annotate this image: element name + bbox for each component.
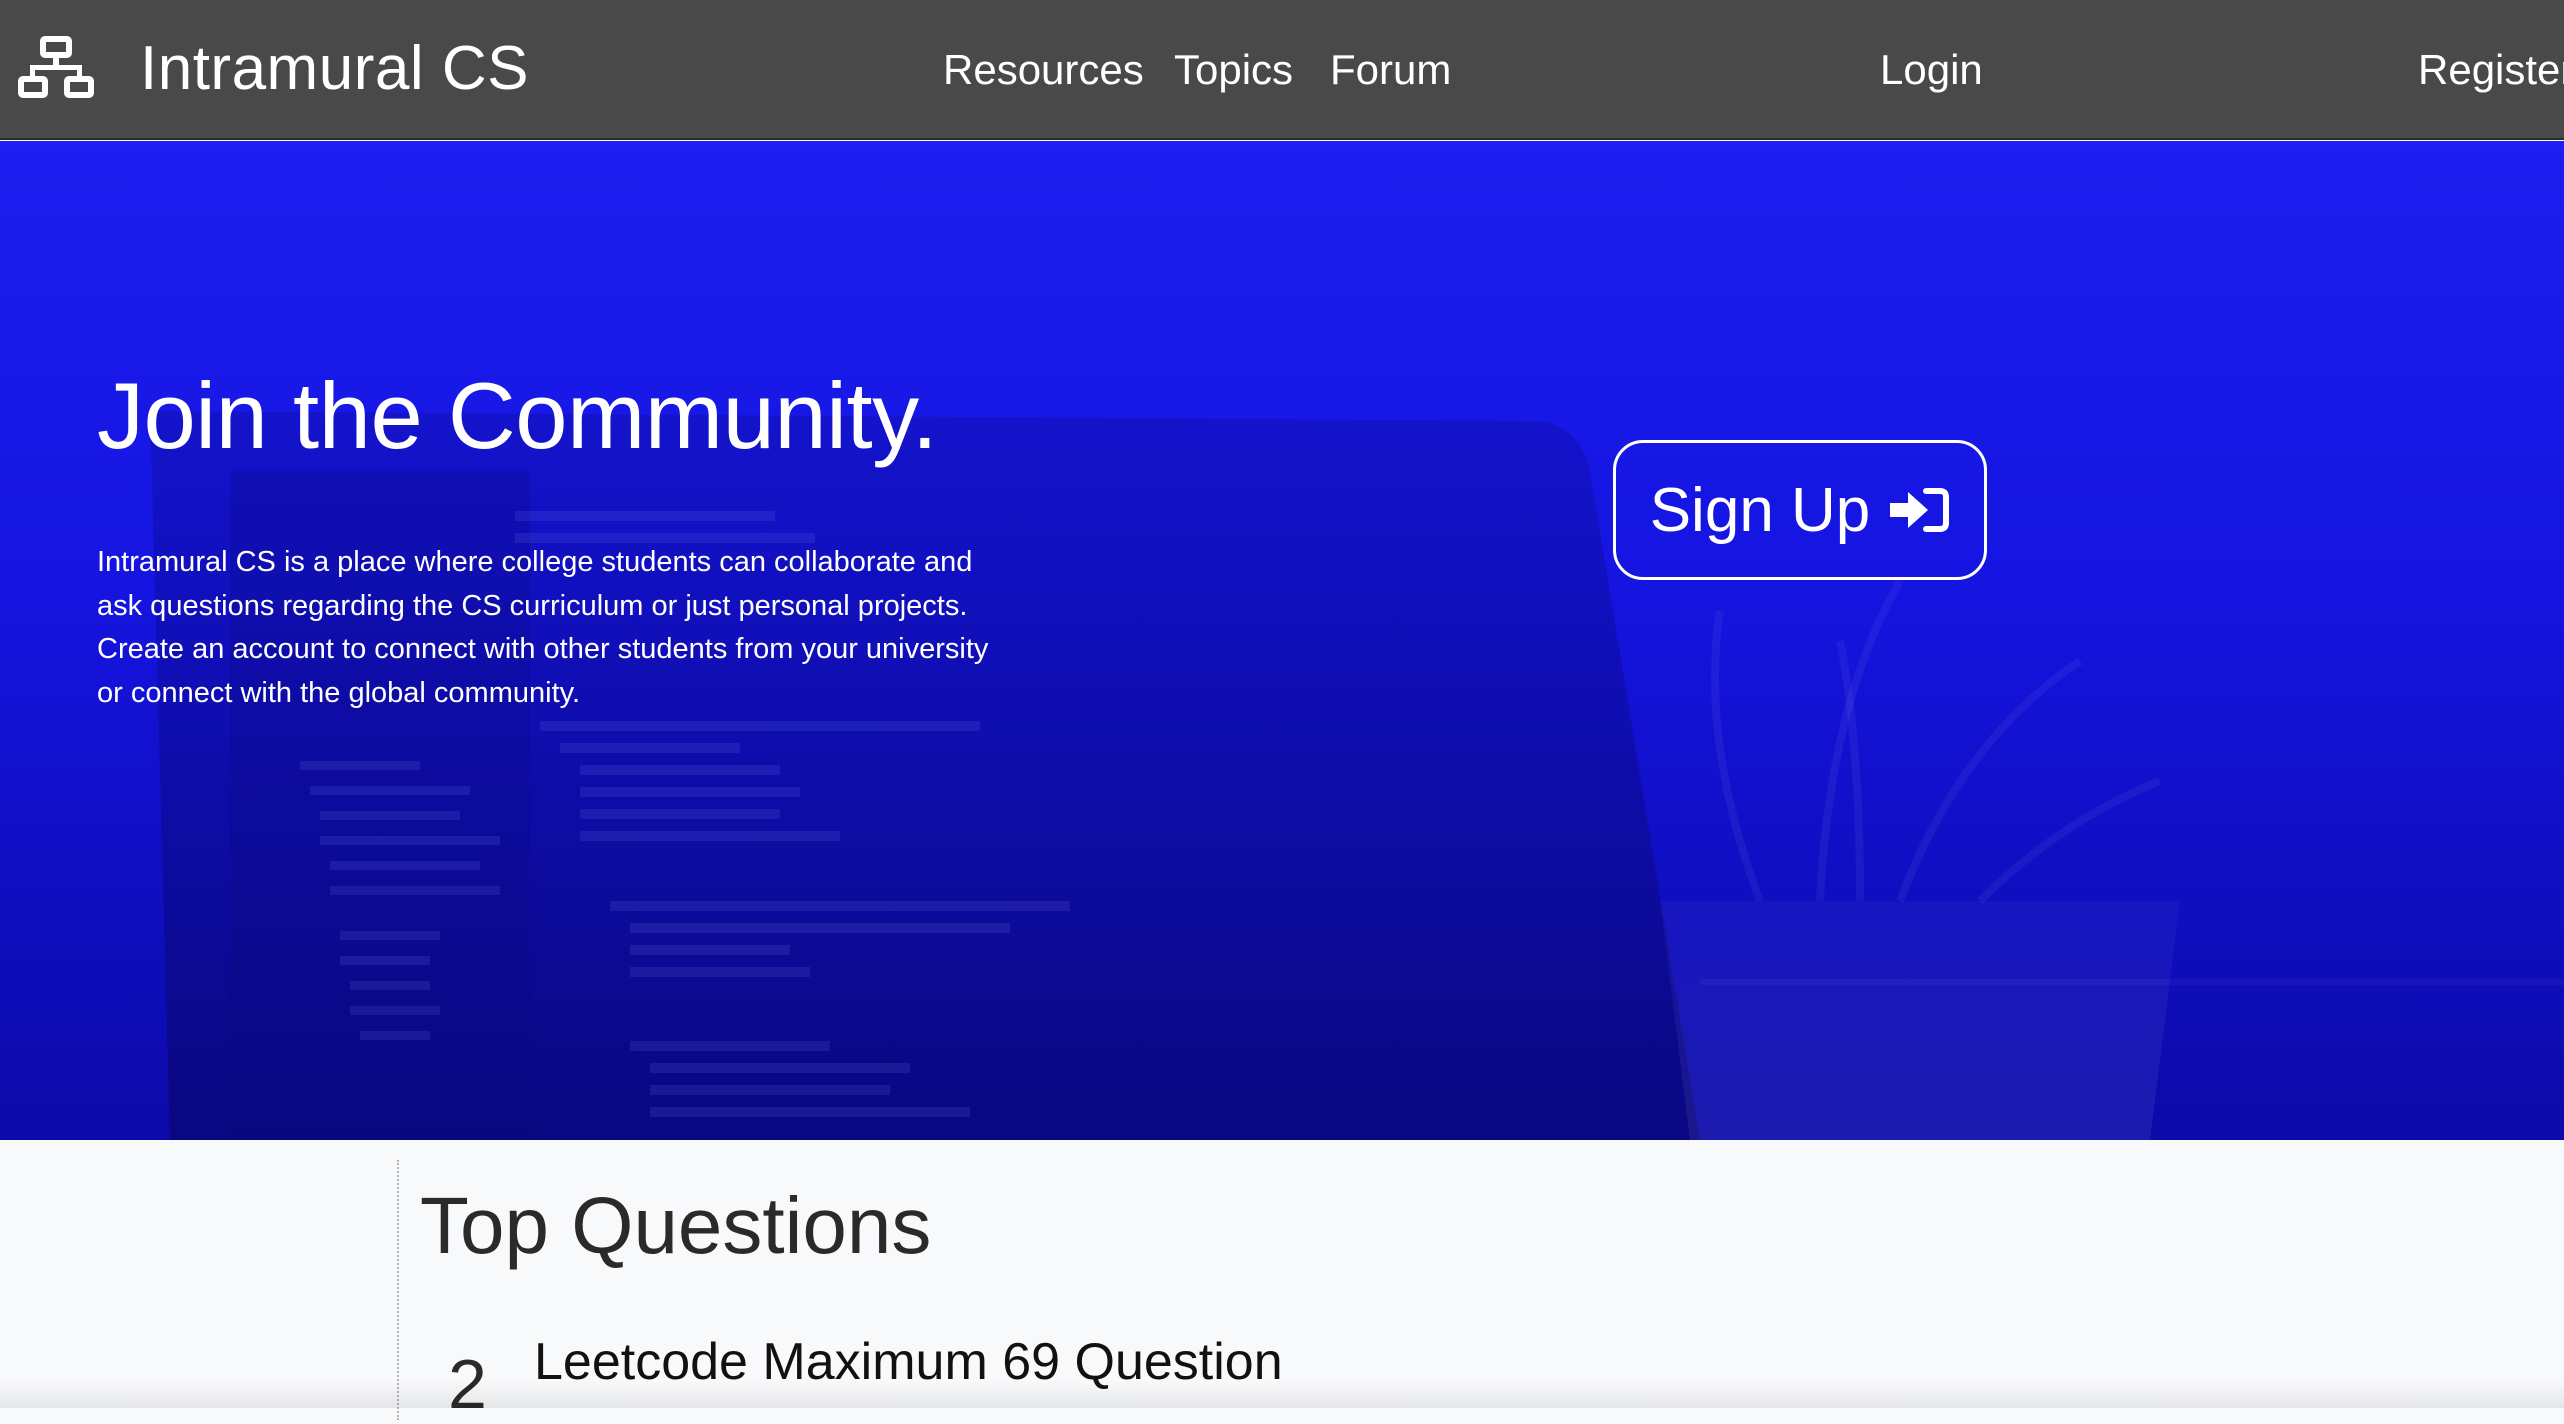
nav-link-forum[interactable]: Forum [1330,44,1451,96]
sign-in-icon [1890,488,1950,532]
brand-name[interactable]: Intramural CS [140,32,529,106]
hero-title: Join the Community. [97,363,938,468]
nav-link-resources[interactable]: Resources [943,44,1144,96]
top-navbar: Intramural CS Resources Topics Forum Log… [0,0,2564,140]
sign-up-button[interactable]: Sign Up [1613,440,1987,580]
nav-link-topics[interactable]: Topics [1174,44,1293,96]
hero-section: Join the Community. Intramural CS is a p… [0,141,2564,1140]
questions-section: Top Questions 2 Leetcode Maximum 69 Ques… [0,1140,2564,1423]
sign-up-label: Sign Up [1649,475,1871,545]
hero-description: Intramural CS is a place where college s… [97,546,989,709]
section-title: Top Questions [420,1181,932,1270]
nav-link-login[interactable]: Login [1880,44,1983,96]
bottom-fade [0,1380,2564,1408]
sitemap-icon[interactable] [18,36,94,100]
nav-link-register[interactable]: Register [2418,44,2564,96]
